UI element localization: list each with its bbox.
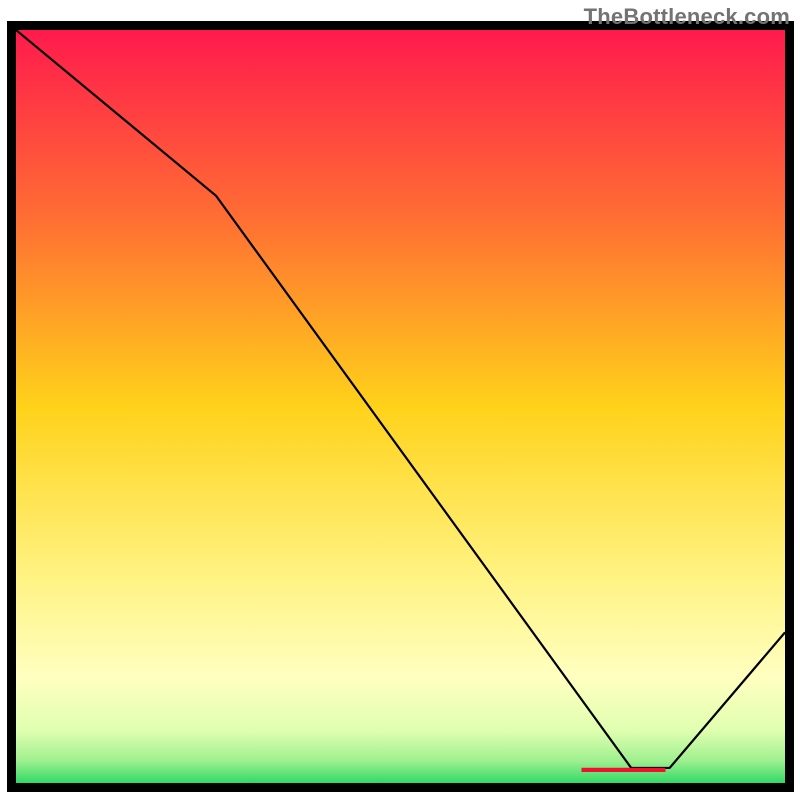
chart-container: { "watermark": "TheBottleneck.com", "cha…	[0, 0, 800, 800]
plot-area: ▬▬▬▬▬▬	[16, 30, 785, 783]
watermark-label: TheBottleneck.com	[584, 4, 790, 30]
bottleneck-chart: ▬▬▬▬▬▬	[0, 0, 800, 800]
gradient-background	[16, 30, 785, 783]
annotation-sweetspot: ▬▬▬▬▬▬	[582, 759, 666, 775]
